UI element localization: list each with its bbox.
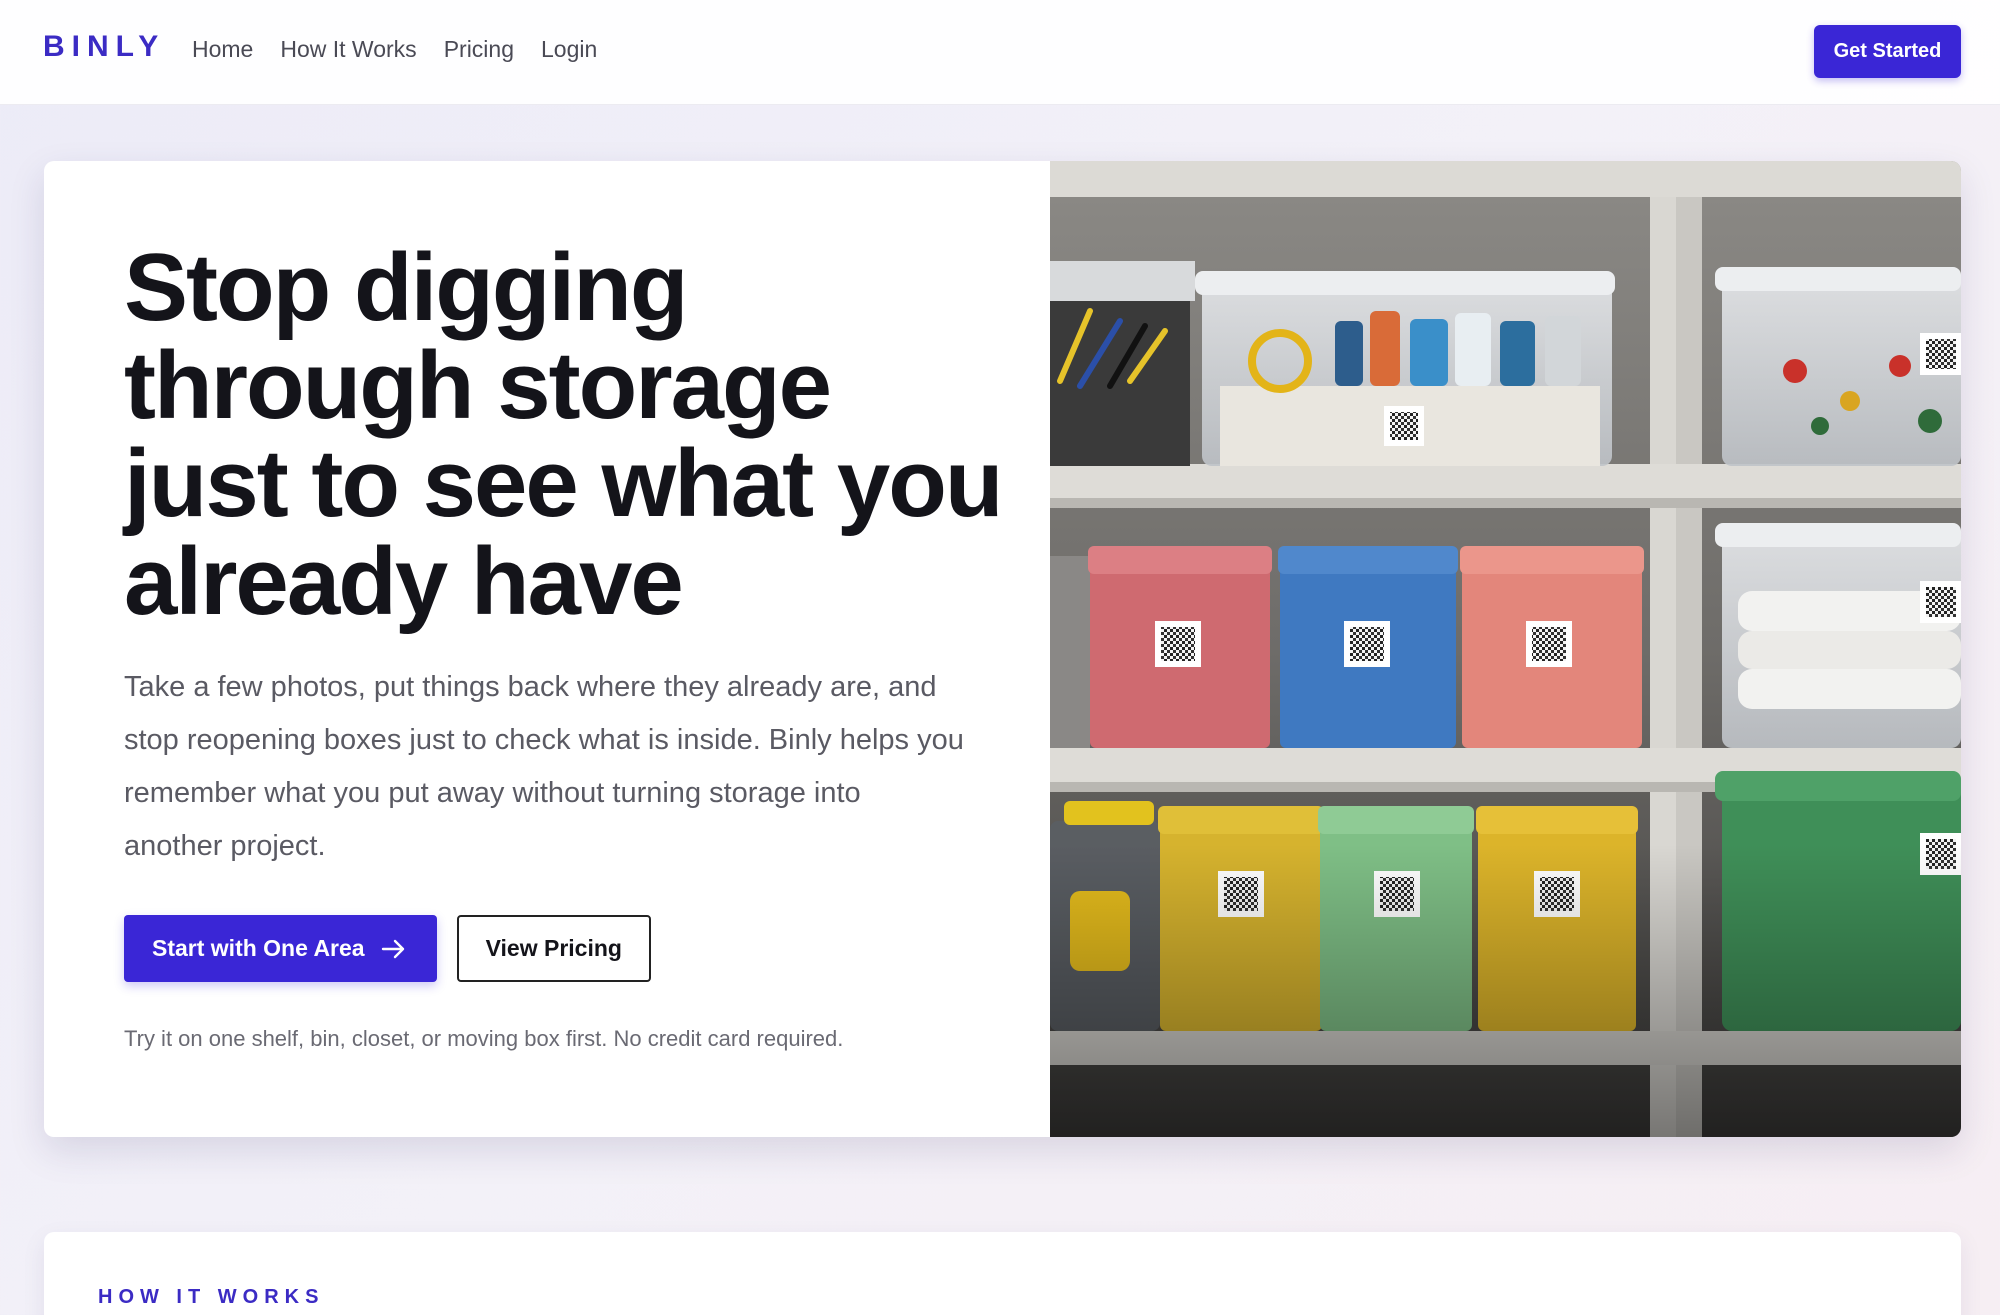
brand-logo[interactable]: BINLY: [43, 30, 165, 64]
top-nav: BINLY Home How It Works Pricing Login Ge…: [0, 0, 2000, 105]
storage-shelf-photo: [1050, 161, 1961, 1137]
hero-note: Try it on one shelf, bin, closet, or mov…: [124, 1026, 844, 1051]
nav-link-login[interactable]: Login: [541, 36, 597, 63]
start-button-label: Start with One Area: [152, 935, 365, 961]
how-it-works-section: HOW IT WORKS: [44, 1232, 1961, 1315]
how-it-works-eyebrow: HOW IT WORKS: [98, 1286, 325, 1308]
nav-link-how-it-works[interactable]: How It Works: [280, 36, 416, 63]
hero-card: Stop digging through storage just to see…: [44, 161, 1961, 1137]
hero-copy: Stop digging through storage just to see…: [124, 239, 1004, 1052]
arrow-right-icon: [381, 939, 404, 958]
view-pricing-button[interactable]: View Pricing: [456, 915, 651, 982]
hero-actions: Start with One Area View Pricing: [124, 915, 1004, 982]
nav-links: Home How It Works Pricing Login: [192, 36, 597, 63]
nav-link-home[interactable]: Home: [192, 36, 253, 63]
start-with-one-area-button[interactable]: Start with One Area: [124, 915, 437, 982]
hero-subtitle: Take a few photos, put things back where…: [124, 671, 964, 862]
get-started-button[interactable]: Get Started: [1814, 25, 1961, 78]
hero-title: Stop digging through storage just to see…: [124, 234, 1003, 635]
nav-link-pricing[interactable]: Pricing: [444, 36, 514, 63]
